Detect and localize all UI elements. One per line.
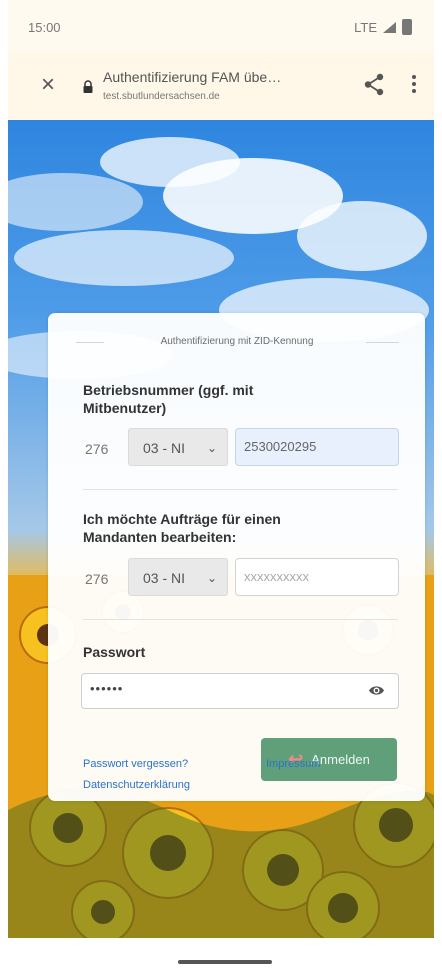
heading-divider-right	[366, 342, 399, 343]
browser-toolbar: × Authentifizierung FAM übe… test.sbutlu…	[8, 52, 434, 121]
client-section-label: Ich möchte Aufträge für einen Mandanten …	[83, 511, 281, 545]
imprint-link[interactable]: Impressum	[266, 758, 320, 770]
battery-icon	[402, 19, 412, 35]
chevron-down-icon: ⌄	[206, 441, 217, 455]
home-indicator[interactable]	[178, 960, 272, 964]
password-field[interactable]: ••••••	[81, 673, 399, 709]
client-country-code: 276	[85, 571, 109, 587]
menu-icon[interactable]	[408, 72, 420, 98]
login-card: Authentifizierung mit ZID-Kennung Betrie…	[48, 313, 425, 801]
section-divider	[83, 619, 398, 620]
status-bar: 15:00 LTE	[8, 0, 434, 52]
close-icon[interactable]: ×	[36, 73, 60, 97]
eye-icon[interactable]	[368, 683, 385, 698]
page-url: test.sbutlundersachsen.de	[103, 91, 220, 102]
lock-icon	[83, 80, 93, 93]
status-time: 15:00	[28, 20, 61, 35]
client-state-select[interactable]: 03 - NI ⌄	[128, 558, 228, 596]
signal-icon	[383, 21, 396, 33]
phone-screen: 15:00 LTE × Authentifizierung FAM übe… t…	[8, 0, 434, 975]
page-title: Authentifizierung FAM übe…	[103, 69, 282, 85]
client-number-input[interactable]: xxxxxxxxxx	[235, 558, 399, 596]
password-label: Passwort	[83, 644, 146, 660]
business-number-input[interactable]: 2530020295	[235, 428, 399, 466]
forgot-password-link[interactable]: Passwort vergessen?	[83, 758, 188, 770]
client-state-value: 03 - NI	[143, 570, 186, 586]
business-state-value: 03 - NI	[143, 440, 186, 456]
network-label: LTE	[354, 19, 377, 35]
business-state-select[interactable]: 03 - NI ⌄	[128, 428, 228, 466]
share-icon[interactable]	[362, 72, 387, 97]
card-heading: Authentifizierung mit ZID-Kennung	[160, 336, 314, 347]
chevron-down-icon: ⌄	[206, 571, 217, 585]
status-icons: LTE	[354, 19, 412, 35]
section-divider	[83, 489, 398, 490]
business-country-code: 276	[85, 441, 109, 457]
password-value: ••••••	[90, 681, 124, 696]
business-number-label: Betriebsnummer (ggf. mit Mitbenutzer)	[83, 382, 254, 416]
privacy-link[interactable]: Datenschutzerklärung	[83, 779, 190, 791]
